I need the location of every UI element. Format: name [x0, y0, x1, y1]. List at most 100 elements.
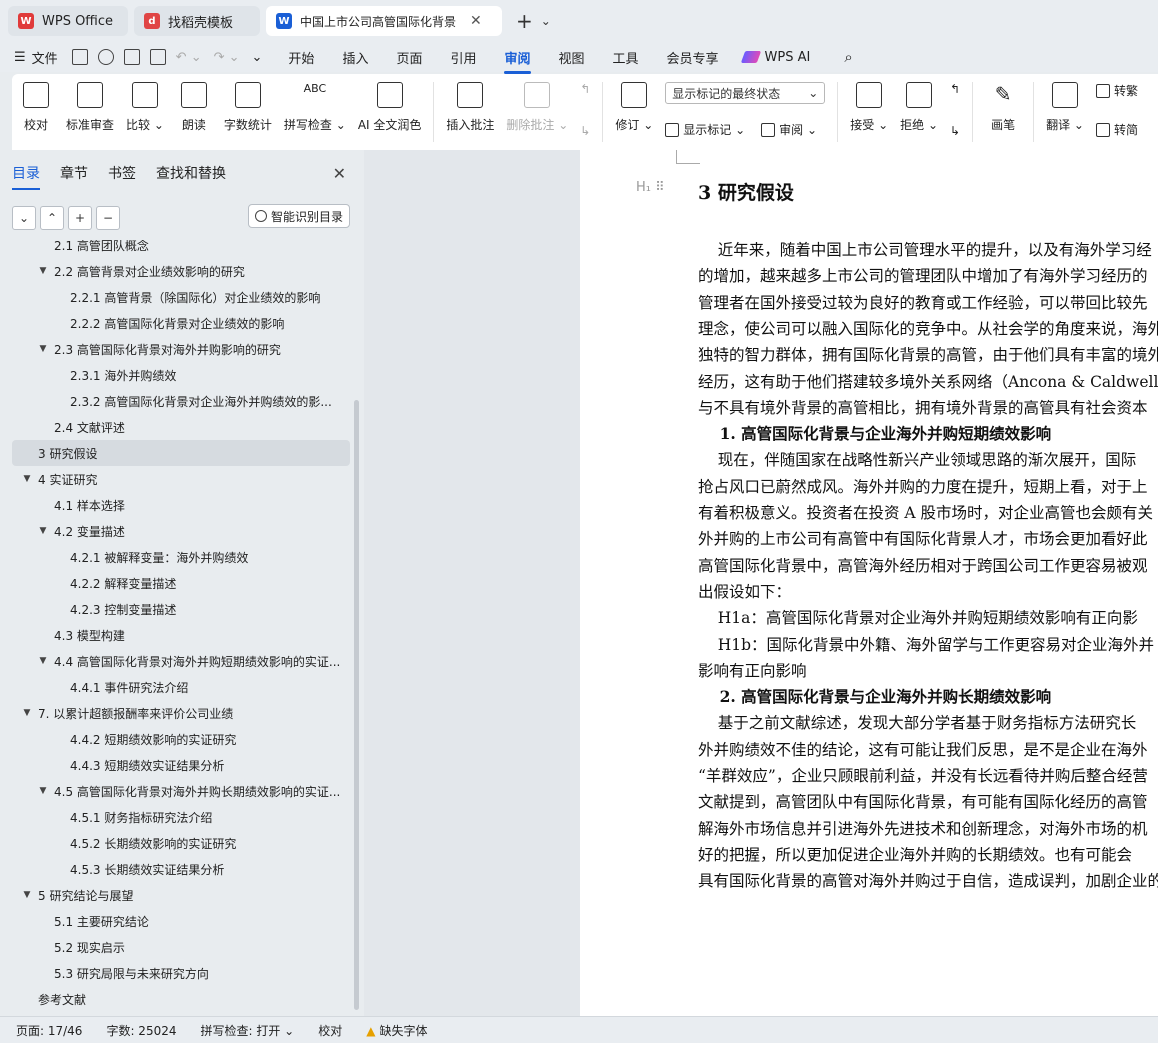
translate-button[interactable]: 翻译 ⌄ — [1046, 82, 1084, 133]
print-preview-icon[interactable] — [149, 49, 166, 65]
toc-item[interactable]: 5.2 现实启示 — [12, 934, 350, 960]
expand-arrow-icon[interactable]: ▼ — [20, 708, 34, 718]
toc-item[interactable]: 4.5.3 长期绩效实证结果分析 — [12, 856, 350, 882]
toc-item[interactable]: ▼ 2.2 高管背景对企业绩效影响的研究 — [12, 258, 350, 284]
tab-wps-office[interactable]: W WPS Office — [8, 6, 128, 36]
more-icon[interactable]: ⌄ — [252, 50, 263, 65]
next-change-icon[interactable]: ↳ — [950, 124, 960, 138]
collapse-up-icon[interactable]: ⌃ — [40, 206, 64, 230]
toc-item[interactable]: ▼ 2.3 高管国际化背景对海外并购影响的研究 — [12, 336, 350, 362]
menu-tab-reference[interactable]: 引用 — [450, 43, 476, 72]
toc-item[interactable]: ▼ 4.5 高管国际化背景对海外并购长期绩效影响的实证... — [12, 778, 350, 804]
read-aloud-button[interactable]: 朗读 — [176, 82, 212, 133]
delete-comment-button[interactable]: 删除批注 ⌄ — [506, 82, 568, 133]
toc-item[interactable]: 4.4.2 短期绩效影响的实证研究 — [12, 726, 350, 752]
undo-icon[interactable]: ↶ ⌄ — [176, 50, 202, 65]
toc-item[interactable]: ▼ 7. 以累计超额报酬率来评价公司业绩 — [12, 700, 350, 726]
prev-comment-icon[interactable]: ↰ — [580, 82, 590, 96]
file-menu[interactable]: ☰ 文件 — [14, 48, 58, 67]
expand-arrow-icon[interactable]: ▼ — [20, 890, 34, 900]
prev-change-icon[interactable]: ↰ — [950, 82, 960, 96]
spell-check-status[interactable]: 拼写检查: 打开 ⌄ — [201, 1022, 295, 1039]
tab-toc[interactable]: 目录 — [12, 159, 40, 190]
search-icon[interactable]: ⌕ — [844, 48, 852, 66]
accept-button[interactable]: 接受 ⌄ — [850, 82, 888, 133]
print-icon[interactable] — [123, 49, 140, 65]
show-markup-button[interactable]: 显示标记 ⌄ — [683, 121, 745, 138]
toc-item[interactable]: 4.5.2 长期绩效影响的实证研究 — [12, 830, 350, 856]
toc-item[interactable]: 2.3.2 高管国际化背景对企业海外并购绩效的影... — [12, 388, 350, 414]
expand-arrow-icon[interactable]: ▼ — [36, 266, 50, 276]
ai-polish-button[interactable]: AI 全文润色 — [358, 82, 421, 133]
toc-item[interactable]: 4.2.3 控制变量描述 — [12, 596, 350, 622]
toc-item[interactable]: ▼ 4.2 变量描述 — [12, 518, 350, 544]
expand-arrow-icon[interactable]: ▼ — [36, 526, 50, 536]
chevron-down-icon[interactable]: ⌄ — [541, 14, 551, 28]
expand-arrow-icon[interactable]: ▼ — [36, 656, 50, 666]
close-icon[interactable]: ✕ — [333, 164, 346, 183]
missing-font-indicator[interactable]: ▲ 缺失字体 — [366, 1022, 451, 1039]
word-count-button[interactable]: 字数统计 — [224, 82, 272, 133]
spell-check-button[interactable]: ABC 拼写检查 ⌄ — [284, 82, 346, 133]
expand-arrow-icon[interactable]: ▼ — [20, 474, 34, 484]
toc-item[interactable]: 4.3 模型构建 — [12, 622, 350, 648]
toc-item[interactable]: 2.3.1 海外并购绩效 — [12, 362, 350, 388]
toc-item[interactable]: 2.2.1 高管背景（除国际化）对企业绩效的影响 — [12, 284, 350, 310]
proof-status[interactable]: 校对 — [318, 1022, 342, 1039]
collapse-down-icon[interactable]: ⌄ — [12, 206, 36, 230]
markup-select[interactable]: 显示标记的最终状态 ⌄ — [665, 82, 826, 104]
toc-item[interactable]: ▼ 4 实证研究 — [12, 466, 350, 492]
expand-arrow-icon[interactable]: ▼ — [36, 786, 50, 796]
to-simplified-button[interactable]: 转简 — [1095, 121, 1138, 138]
tab-document[interactable]: W 中国上市公司高管国际化背景 ✕ — [266, 6, 502, 36]
toc-item[interactable]: 5.1 主要研究结论 — [12, 908, 350, 934]
menu-tab-page[interactable]: 页面 — [396, 43, 422, 72]
tab-chapters[interactable]: 章节 — [60, 159, 88, 187]
reject-button[interactable]: 拒绝 ⌄ — [900, 82, 938, 133]
toc-item[interactable]: 4.4.3 短期绩效实证结果分析 — [12, 752, 350, 778]
toc-item[interactable]: 2.4 文献评述 — [12, 414, 350, 440]
menu-tab-view[interactable]: 视图 — [559, 43, 585, 72]
toc-scrollbar[interactable] — [354, 400, 359, 1010]
smart-toc-button[interactable]: 智能识别目录 — [247, 204, 350, 228]
toc-item[interactable]: 2.1 高管团队概念 — [12, 240, 350, 258]
document-page[interactable]: H₁ ⠿ 3 研究假设 近年来，随着中国上市公司管理水平的提升，以及有海外学习经… — [580, 150, 1158, 1016]
page-indicator[interactable]: 页面: 17/46 — [16, 1022, 82, 1039]
toc-item[interactable]: 2.2.2 高管国际化背景对企业绩效的影响 — [12, 310, 350, 336]
standard-review-button[interactable]: 标准审查 — [66, 82, 114, 133]
menu-tab-member[interactable]: 会员专享 — [667, 43, 719, 72]
toc-item[interactable]: 4.2.1 被解释变量：海外并购绩效 — [12, 544, 350, 570]
toc-item[interactable]: 5.3 研究局限与未来研究方向 — [12, 960, 350, 986]
menu-tab-insert[interactable]: 插入 — [342, 43, 368, 72]
toc-item[interactable]: 4.2.2 解释变量描述 — [12, 570, 350, 596]
next-comment-icon[interactable]: ↳ — [580, 124, 590, 138]
link-icon[interactable] — [97, 49, 114, 65]
toc-item[interactable]: ▼ 4.4 高管国际化背景对海外并购短期绩效影响的实证... — [12, 648, 350, 674]
new-tab-icon[interactable]: + — [516, 9, 533, 33]
to-traditional-button[interactable]: 转繁 — [1095, 82, 1138, 99]
toc-item[interactable]: 4.5.1 财务指标研究法介绍 — [12, 804, 350, 830]
remove-icon[interactable]: − — [96, 206, 120, 230]
insert-comment-button[interactable]: 插入批注 — [446, 82, 494, 133]
proofread-button[interactable]: 校对 — [18, 82, 54, 133]
menu-tab-tools[interactable]: 工具 — [613, 43, 639, 72]
heading-drag-icon[interactable]: H₁ ⠿ — [636, 180, 665, 195]
pen-button[interactable]: ✎ 画笔 — [985, 82, 1021, 133]
close-icon[interactable]: ✕ — [470, 13, 482, 29]
menu-tab-review[interactable]: 审阅 — [504, 43, 531, 74]
wps-ai-button[interactable]: WPS AI — [740, 50, 810, 65]
tab-template[interactable]: d 找稻壳模板 — [134, 6, 260, 36]
toc-item[interactable]: 4.4.1 事件研究法介绍 — [12, 674, 350, 700]
menu-tab-home[interactable]: 开始 — [288, 43, 314, 72]
toc-item[interactable]: 参考文献 — [12, 986, 350, 1012]
word-count[interactable]: 字数: 25024 — [106, 1022, 176, 1039]
toc-item[interactable]: ▼ 5 研究结论与展望 — [12, 882, 350, 908]
compare-button[interactable]: 比较 ⌄ — [126, 82, 164, 133]
review-pane-button[interactable]: 审阅 ⌄ — [779, 121, 817, 138]
redo-icon[interactable]: ↷ ⌄ — [214, 50, 240, 65]
add-icon[interactable]: + — [68, 206, 92, 230]
toc-item[interactable]: 4.1 样本选择 — [12, 492, 350, 518]
tab-bookmarks[interactable]: 书签 — [108, 159, 136, 187]
tab-find-replace[interactable]: 查找和替换 — [156, 159, 226, 187]
expand-arrow-icon[interactable]: ▼ — [36, 344, 50, 354]
